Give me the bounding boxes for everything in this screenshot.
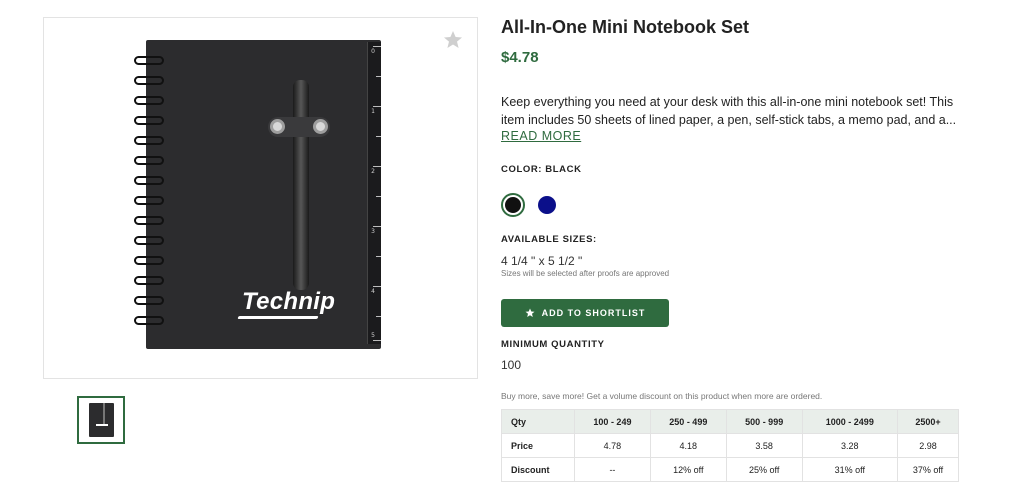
ruler-number: 5 [371,332,375,339]
table-cell: 25% off [725,457,803,482]
table-header-cell: 2500+ [896,409,960,434]
imprint-logo-swoosh [237,316,319,319]
table-cell: 37% off [896,457,960,482]
star-icon [525,308,535,317]
product-description: Keep everything you need at your desk wi… [501,95,957,127]
product-price: $4.78 [501,49,539,66]
ruler-number: 3 [371,228,375,235]
table-header-cell: 100 - 249 [574,409,651,434]
table-cell: 3.58 [725,433,803,458]
table-header-row: Qty 100 - 249 250 - 499 500 - 999 1000 -… [501,409,960,434]
ruler-number: 1 [371,108,375,115]
color-swatch-black[interactable] [501,193,525,217]
table-row: Price 4.78 4.18 3.58 3.28 2.98 [501,433,960,458]
pen-illustration [293,80,309,290]
pen-holder [268,117,330,137]
table-header-cell: 1000 - 2499 [801,409,898,434]
add-to-shortlist-button[interactable]: ADD TO SHORTLIST [501,299,669,327]
table-header-cell: Qty [501,409,575,434]
table-cell: -- [574,457,651,482]
add-to-shortlist-label: ADD TO SHORTLIST [541,308,646,318]
notebook-illustration: 0 1 2 3 4 5 Technip [134,40,381,349]
notebook-ruler: 0 1 2 3 4 5 [367,42,381,344]
table-cell: Discount [501,457,575,482]
table-cell: 31% off [801,457,898,482]
minimum-quantity-value: 100 [501,358,522,372]
product-title: All-In-One Mini Notebook Set [501,17,749,37]
ruler-number: 4 [371,288,375,295]
table-cell: 4.18 [649,433,727,458]
spiral-binding [134,56,164,336]
favorite-star-icon[interactable] [443,30,463,50]
read-more-link[interactable]: READ MORE [501,129,581,143]
table-row: Discount -- 12% off 25% off 31% off 37% … [501,457,960,482]
table-header-cell: 250 - 499 [649,409,727,434]
table-cell: 4.78 [574,433,651,458]
volume-discount-note: Buy more, save more! Get a volume discou… [501,391,823,401]
product-thumbnail[interactable] [77,396,125,444]
ruler-number: 2 [371,168,375,175]
color-label: COLOR: BLACK [501,164,582,175]
table-cell: 2.98 [896,433,960,458]
minimum-quantity-label: MINIMUM QUANTITY [501,339,605,350]
product-main-image[interactable]: 0 1 2 3 4 5 Technip [43,17,478,379]
color-swatch-navy[interactable] [538,196,556,214]
sizes-label: AVAILABLE SIZES: [501,234,597,245]
pricing-table: Qty 100 - 249 250 - 499 500 - 999 1000 -… [501,409,960,482]
imprint-logo: Technip [242,288,336,315]
size-note: Sizes will be selected after proofs are … [501,269,670,278]
table-cell: 12% off [649,457,727,482]
ruler-number: 0 [371,48,375,55]
table-header-cell: 500 - 999 [725,409,803,434]
table-cell: Price [501,433,575,458]
table-cell: 3.28 [801,433,898,458]
color-swatch-fill [505,197,521,213]
size-value: 4 1/4 " x 5 1/2 " [501,254,583,268]
